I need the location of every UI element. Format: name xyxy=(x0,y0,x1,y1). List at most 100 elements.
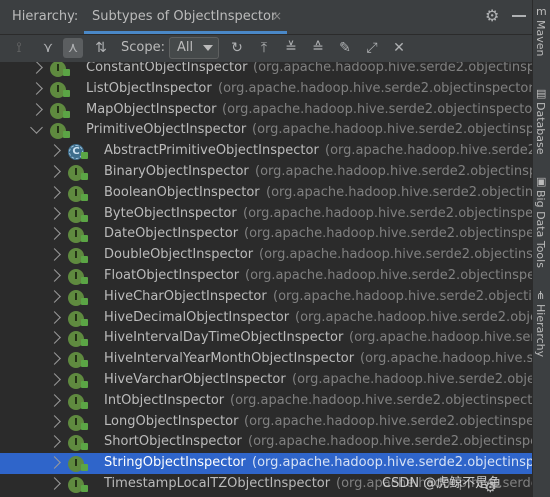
type-name: DoubleObjectInspector xyxy=(104,247,254,263)
chevron-right-icon[interactable] xyxy=(30,102,43,116)
package-name: (org.apache.hadoop.hive.serde2.objectins… xyxy=(360,351,532,367)
tree-row[interactable]: I DateObjectInspector (org.apache.hadoop.h… xyxy=(0,224,532,245)
tree-row[interactable]: I HiveCharObjectInspector (org.apache.hado… xyxy=(0,287,532,308)
subtypes-hierarchy-icon[interactable]: ⟟ xyxy=(9,38,29,58)
tree-row[interactable]: I DoubleObjectInspector (org.apache.hadoop… xyxy=(0,245,532,266)
chevron-right-icon[interactable] xyxy=(48,227,61,241)
chevron-right-icon[interactable] xyxy=(48,248,61,262)
tree-row[interactable]: I PrimitiveObjectInspector (org.apache.had… xyxy=(0,120,532,141)
sidebar-item-big-data-tools[interactable]: ▣ Big Data Tools xyxy=(533,176,550,272)
chevron-right-icon[interactable] xyxy=(48,165,61,178)
collapse-all-icon[interactable]: ≚ xyxy=(281,38,301,58)
chevron-right-icon[interactable] xyxy=(48,144,61,158)
chevron-right-icon[interactable] xyxy=(48,456,61,470)
type-hierarchy-icon[interactable]: ⋏ xyxy=(63,38,83,58)
tree-row[interactable]: I HiveDecimalObjectInspector (org.apache.h… xyxy=(0,308,532,329)
sidebar-item-database[interactable]: ▤ Database xyxy=(533,88,550,158)
tree-row[interactable]: C AbstractPrimitiveObjectInspector (org.ap… xyxy=(0,141,532,162)
package-name: (org.apache.hadoop.hive.serde2.objectins… xyxy=(218,80,532,96)
sort-alphabetically-icon[interactable]: ⇅ xyxy=(91,38,111,58)
chevron-right-icon[interactable] xyxy=(48,477,61,490)
minimize-icon[interactable] xyxy=(512,15,526,17)
expand-all-icon[interactable]: ≙ xyxy=(308,38,328,58)
scope-select[interactable]: All xyxy=(169,37,219,59)
pin-icon[interactable]: ✎ xyxy=(335,38,355,58)
package-name: (org.apache.hadoop.hive.serde2.objectins… xyxy=(243,205,532,221)
type-name: FloatObjectInspector xyxy=(104,268,240,283)
type-name: LongObjectInspector xyxy=(104,413,239,429)
chevron-right-icon[interactable] xyxy=(48,373,61,386)
tab-close-icon[interactable]: × xyxy=(272,9,282,23)
chevron-right-icon[interactable] xyxy=(30,62,43,74)
tree-row[interactable]: I ConstantObjectInspector (org.apache.hado… xyxy=(0,62,532,79)
chevron-right-icon[interactable] xyxy=(48,352,61,366)
expand-icon[interactable]: ⤒ xyxy=(254,38,274,58)
chevron-right-icon[interactable] xyxy=(48,310,61,324)
chevron-down-icon[interactable] xyxy=(30,121,43,135)
tree-row[interactable]: I BooleanObjectInspector (org.apache.hadoo… xyxy=(0,183,532,204)
package-name: (org.apache.hadoop.hive.serde2.objectins… xyxy=(245,268,532,283)
tab-subtypes[interactable]: Subtypes of ObjectInspector × xyxy=(84,0,287,34)
gear-icon[interactable]: ⚙ xyxy=(484,480,497,496)
type-name: AbstractPrimitiveObjectInspector xyxy=(104,143,319,159)
public-lock-icon xyxy=(63,89,70,97)
package-name: (org.apache.hadoop.hive.serde2.objectins… xyxy=(266,184,532,200)
hierarchy-tree: I ConstantObjectInspector (org.apache.hado… xyxy=(0,62,532,497)
type-name: ShortObjectInspector xyxy=(104,434,242,450)
public-lock-icon xyxy=(81,173,88,180)
package-name: (org.apache.hadoop.hive.serde2.objectins… xyxy=(244,413,532,429)
tree-row[interactable]: I IntObjectInspector (org.apache.hadoop.hi… xyxy=(0,391,532,412)
database-icon: ▤ xyxy=(536,87,547,100)
tree-row[interactable]: I LongObjectInspector (org.apache.hadoop.h… xyxy=(0,412,532,433)
type-name: DateObjectInspector xyxy=(104,226,239,242)
package-name: (org.apache.hadoop.hive.serde2.objectins… xyxy=(349,330,532,346)
refresh-icon[interactable]: ↻ xyxy=(227,38,247,58)
tree-row[interactable]: I MapObjectInspector (org.apache.hadoop.hi… xyxy=(0,100,532,121)
tree-row[interactable]: I HiveVarcharObjectInspector (org.apache.h… xyxy=(0,370,532,391)
supertypes-hierarchy-icon[interactable]: ⋎ xyxy=(38,38,58,58)
gear-icon[interactable]: ⚙ xyxy=(485,8,501,24)
chevron-right-icon[interactable] xyxy=(48,206,61,220)
tree-row[interactable]: I ByteObjectInspector (org.apache.hadoop.h… xyxy=(0,204,532,225)
hierarchy-header: Hierarchy: Subtypes of ObjectInspector ×… xyxy=(0,0,532,35)
package-name: (org.apache.hadoop.hive.serde2.objectins… xyxy=(248,434,532,450)
sidebar-item-hierarchy[interactable]: ⋔ Hierarchy xyxy=(533,290,550,362)
package-name: (org.apache.hadoop.hive.serde2.objectins… xyxy=(259,247,532,263)
public-lock-icon xyxy=(81,485,88,492)
close-icon[interactable]: ✕ xyxy=(389,38,409,58)
chevron-right-icon[interactable] xyxy=(30,81,43,95)
chevron-right-icon[interactable] xyxy=(48,331,61,345)
public-lock-icon xyxy=(81,360,88,368)
public-lock-icon xyxy=(81,422,88,430)
chevron-right-icon[interactable] xyxy=(48,393,61,407)
tree-row[interactable]: I FloatObjectInspector (org.apache.hadoop.… xyxy=(0,266,532,287)
tree-row[interactable]: I HiveIntervalDayTimeObjectInspector (org.… xyxy=(0,328,532,349)
sidebar-item-maven[interactable]: m Maven xyxy=(533,4,550,70)
public-lock-icon xyxy=(81,193,88,201)
tree-row[interactable]: I ShortObjectInspector (org.apache.hadoop.… xyxy=(0,432,532,453)
package-name: (org.apache.hadoop.hive.serde2.objectins… xyxy=(255,164,532,179)
chevron-right-icon[interactable] xyxy=(48,289,61,303)
tree-row[interactable]: I HiveIntervalYearMonthObjectInspector (or… xyxy=(0,349,532,370)
chevron-right-icon[interactable] xyxy=(48,435,61,449)
public-lock-icon xyxy=(81,152,88,160)
export-icon[interactable]: ⤢ xyxy=(362,38,382,58)
public-lock-icon xyxy=(81,214,88,222)
tree-row[interactable]: I BinaryObjectInspector (org.apache.hadoop… xyxy=(0,162,532,183)
sidebar-item-label: Database xyxy=(534,102,547,155)
public-lock-icon xyxy=(81,277,88,284)
type-name: ConstantObjectInspector xyxy=(86,62,248,75)
chevron-right-icon[interactable] xyxy=(48,185,61,199)
public-lock-icon xyxy=(81,464,88,472)
tree-row[interactable]: I ListObjectInspector (org.apache.hadoop.h… xyxy=(0,79,532,100)
type-name: BooleanObjectInspector xyxy=(104,184,260,200)
public-lock-icon xyxy=(81,235,88,243)
public-lock-icon xyxy=(63,69,70,76)
public-lock-icon xyxy=(81,381,88,388)
type-name: BinaryObjectInspector xyxy=(104,164,249,179)
public-lock-icon xyxy=(63,131,70,139)
type-name: StringObjectInspector xyxy=(104,455,246,471)
chevron-right-icon[interactable] xyxy=(48,414,61,428)
chevron-right-icon[interactable] xyxy=(48,269,61,282)
public-lock-icon xyxy=(81,401,88,409)
